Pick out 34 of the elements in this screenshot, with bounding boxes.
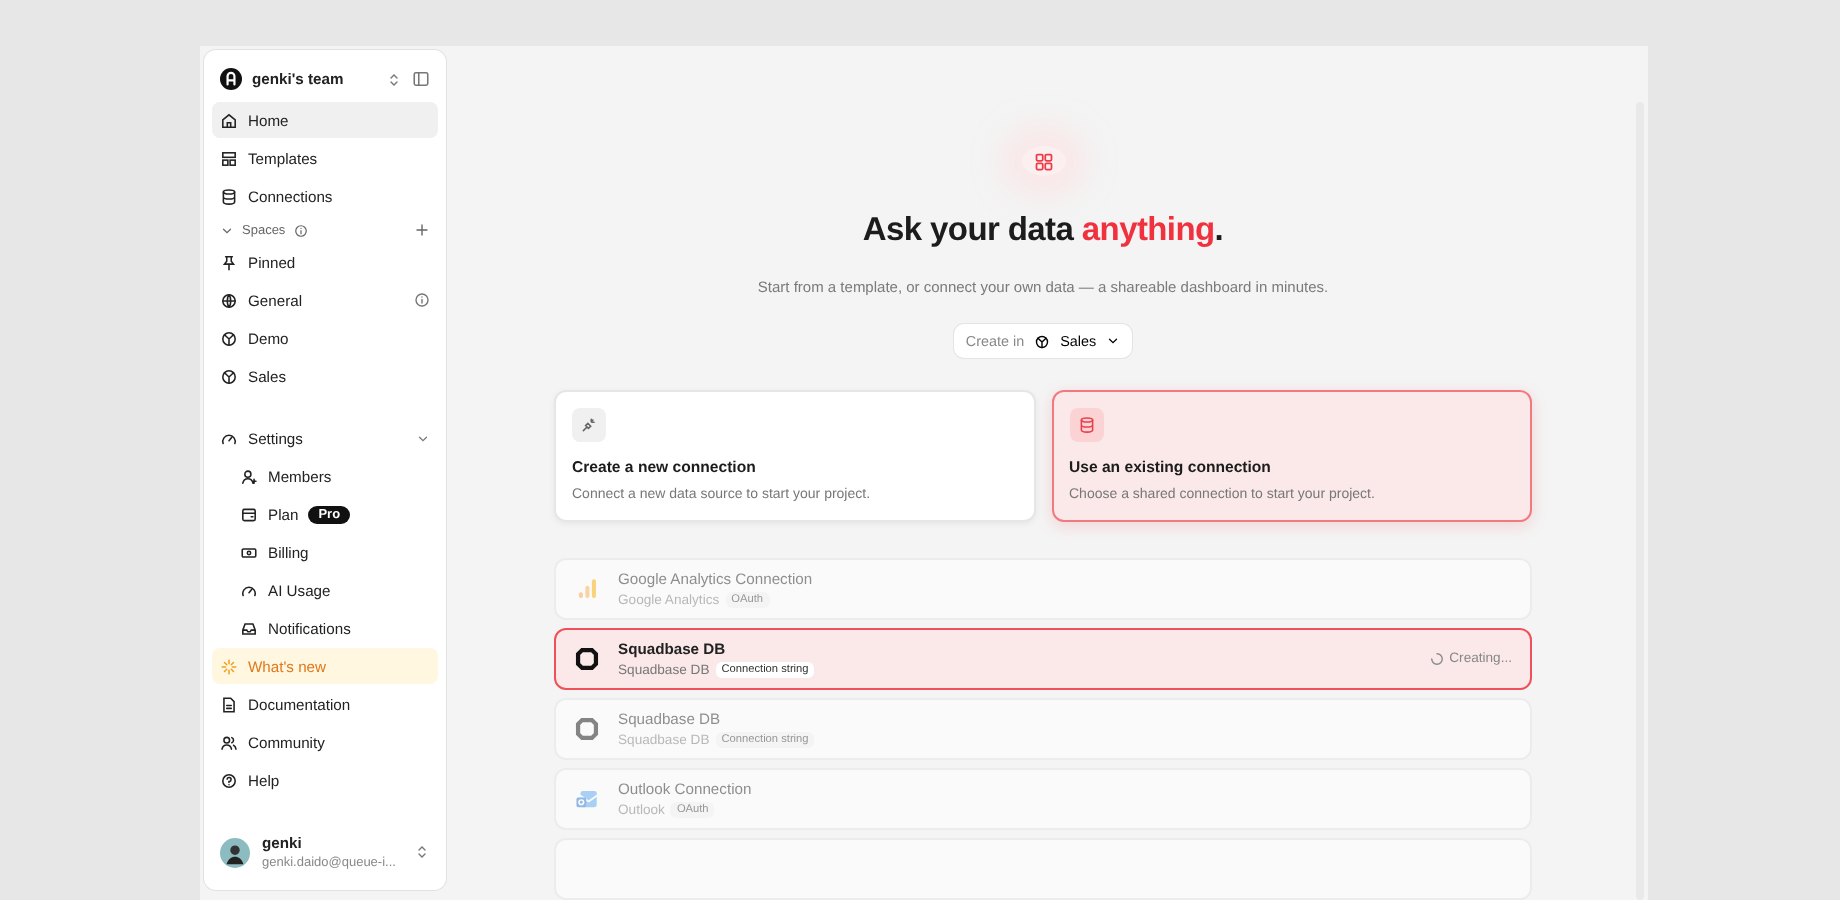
database-icon [220,187,238,205]
grid-icon [1033,151,1053,171]
chevron-up-down-icon [414,844,430,860]
ball-icon [220,367,238,385]
banknote-icon [240,543,258,561]
inbox-icon [240,619,258,637]
spinner-icon [1429,652,1444,666]
globe-icon [220,291,238,309]
chevron-down-icon [1106,334,1121,348]
users-icon [220,733,238,751]
sidebar-toggle-icon [412,70,430,88]
help-icon [220,771,238,789]
team-logo-icon [220,68,242,90]
bar-chart-icon [574,576,600,602]
pin-icon [220,253,238,271]
octagon-ring-icon [574,716,600,742]
plug-icon [580,416,598,434]
ball-icon [1034,333,1051,349]
ball-icon [220,329,238,347]
template-icon [220,149,238,167]
database-icon [1077,416,1095,434]
headline: Ask your data anything. [862,212,1224,250]
avatar-icon [220,837,250,867]
document-icon [220,695,238,713]
sparkle-icon [220,657,238,675]
user-icon [240,467,258,485]
gauge-icon [240,581,258,599]
card-icon [240,505,258,523]
octagon-ring-icon [574,646,600,672]
home-icon [220,111,238,129]
plus-icon [414,222,430,238]
envelope-icon [574,786,600,812]
info-icon [293,223,308,237]
chevron-up-down-icon [386,71,402,87]
